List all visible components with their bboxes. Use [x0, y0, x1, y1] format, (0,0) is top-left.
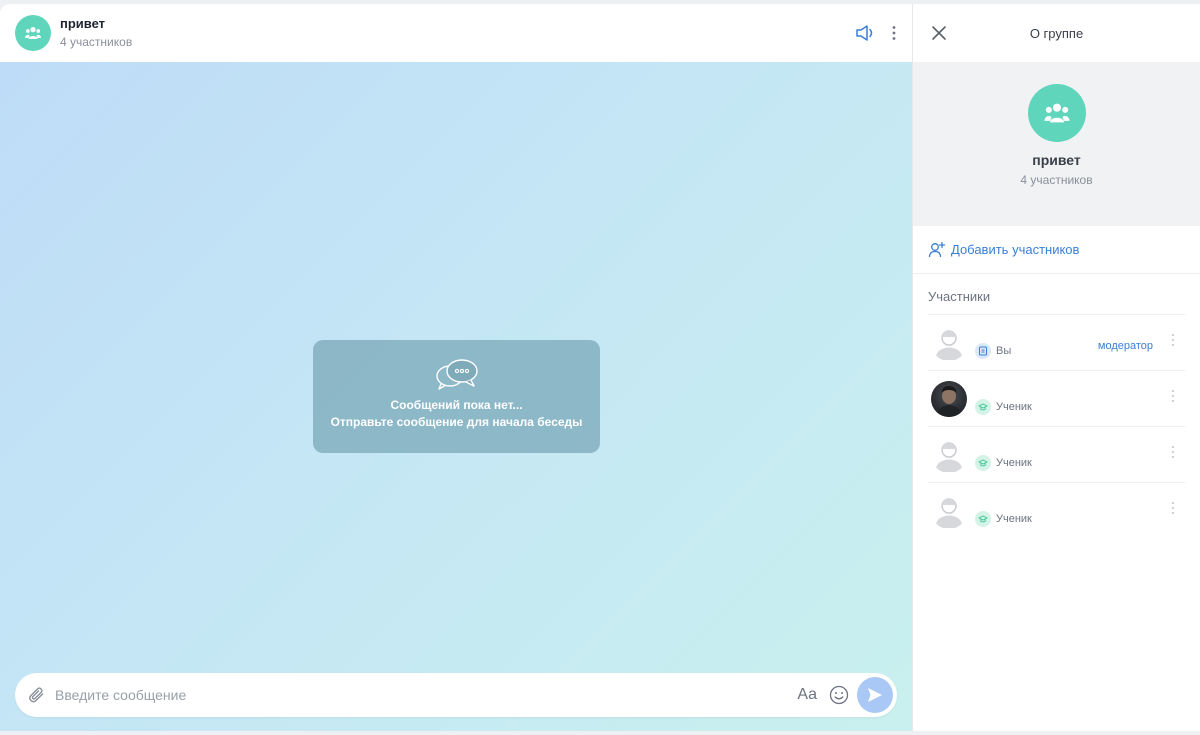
member-row[interactable]: Ученик [928, 426, 1185, 482]
members-section-label: Участники [928, 289, 991, 304]
chat-header-actions [855, 24, 897, 42]
more-vertical-icon [1171, 445, 1175, 459]
chat-area: привет 4 участников Сообщений пока нет..… [0, 4, 912, 731]
more-vertical-icon [1171, 501, 1175, 515]
group-icon [25, 27, 41, 39]
close-icon [932, 26, 946, 40]
empty-state-title: Сообщений пока нет... [390, 398, 523, 412]
empty-state-card: Сообщений пока нет... Отправьте сообщени… [313, 340, 600, 453]
chat-bubbles-icon [435, 359, 478, 390]
member-role-label: Ученик [996, 456, 1032, 469]
member-avatar [931, 492, 967, 529]
chat-header-info[interactable]: привет 4 участников [60, 16, 132, 50]
message-area: Сообщений пока нет... Отправьте сообщени… [0, 62, 912, 731]
more-vertical-icon [1171, 389, 1175, 403]
member-avatar [931, 380, 967, 417]
id-badge-icon [979, 346, 987, 355]
member-row[interactable]: Ученик [928, 370, 1185, 426]
group-info: привет 4 участников [913, 62, 1200, 226]
member-more-button[interactable] [1171, 445, 1175, 464]
group-icon [1043, 103, 1070, 123]
member-avatar [931, 436, 967, 473]
member-role: Ученик [975, 454, 1032, 471]
chat-title: привет [60, 16, 106, 31]
user-placeholder-icon [935, 497, 963, 528]
add-members-label: Добавить участников [951, 242, 1080, 257]
message-composer: Aa [15, 673, 897, 717]
send-button[interactable] [857, 677, 893, 713]
member-avatar [931, 324, 967, 361]
student-role-icon [975, 398, 991, 415]
user-placeholder-icon [935, 329, 963, 360]
member-row[interactable]: Вы модератор [928, 314, 1185, 370]
group-name: привет [1032, 152, 1081, 168]
chat-more-button[interactable] [891, 25, 897, 41]
add-user-icon [928, 241, 946, 257]
emoji-button[interactable] [829, 685, 849, 705]
member-role-label: Ученик [996, 512, 1032, 525]
member-role-label: Ученик [996, 400, 1032, 413]
moderator-role-icon [975, 342, 991, 359]
member-more-button[interactable] [1171, 389, 1175, 408]
member-more-button[interactable] [1171, 333, 1175, 352]
sound-button[interactable] [855, 24, 877, 42]
group-info-panel: О группе привет 4 участников Добавить уч… [912, 4, 1200, 731]
panel-title: О группе [1029, 25, 1084, 41]
message-input[interactable] [55, 687, 798, 703]
smiley-icon [829, 685, 849, 705]
chat-subtitle: 4 участников [60, 35, 133, 49]
messenger-app: привет 4 участников Сообщений пока нет..… [0, 4, 1200, 731]
graduation-cap-icon [978, 459, 988, 466]
member-role: Ученик [975, 398, 1032, 415]
member-more-button[interactable] [1171, 501, 1175, 520]
user-photo-icon [936, 385, 962, 417]
add-members-button[interactable]: Добавить участников [913, 226, 1200, 274]
empty-state-hint: Отправьте сообщение для начала беседы [330, 415, 583, 429]
paperclip-icon [29, 687, 44, 703]
student-role-icon [975, 510, 991, 527]
group-avatar[interactable] [15, 15, 51, 51]
moderator-badge[interactable]: модератор [1098, 340, 1153, 352]
member-row[interactable]: Ученик [928, 482, 1185, 538]
members-list: Вы модератор Ученик Ученик Ученик [913, 314, 1200, 538]
graduation-cap-icon [978, 403, 988, 410]
text-format-button[interactable]: Aa [797, 686, 817, 704]
member-role: Вы [975, 342, 1012, 359]
user-placeholder-icon [935, 441, 963, 472]
attach-button[interactable] [27, 685, 47, 705]
graduation-cap-icon [978, 515, 988, 522]
speaker-icon [856, 25, 873, 41]
group-avatar-large [1027, 84, 1086, 142]
close-panel-button[interactable] [931, 25, 947, 41]
more-vertical-icon [1171, 333, 1175, 347]
student-role-icon [975, 454, 991, 471]
group-member-count: 4 участников [1020, 173, 1093, 187]
chat-header: привет 4 участников [0, 4, 912, 62]
member-role: Ученик [975, 510, 1032, 527]
send-icon [868, 688, 882, 702]
member-role-label: Вы [996, 344, 1012, 357]
more-vertical-icon [892, 26, 896, 40]
panel-header: О группе [913, 4, 1200, 62]
